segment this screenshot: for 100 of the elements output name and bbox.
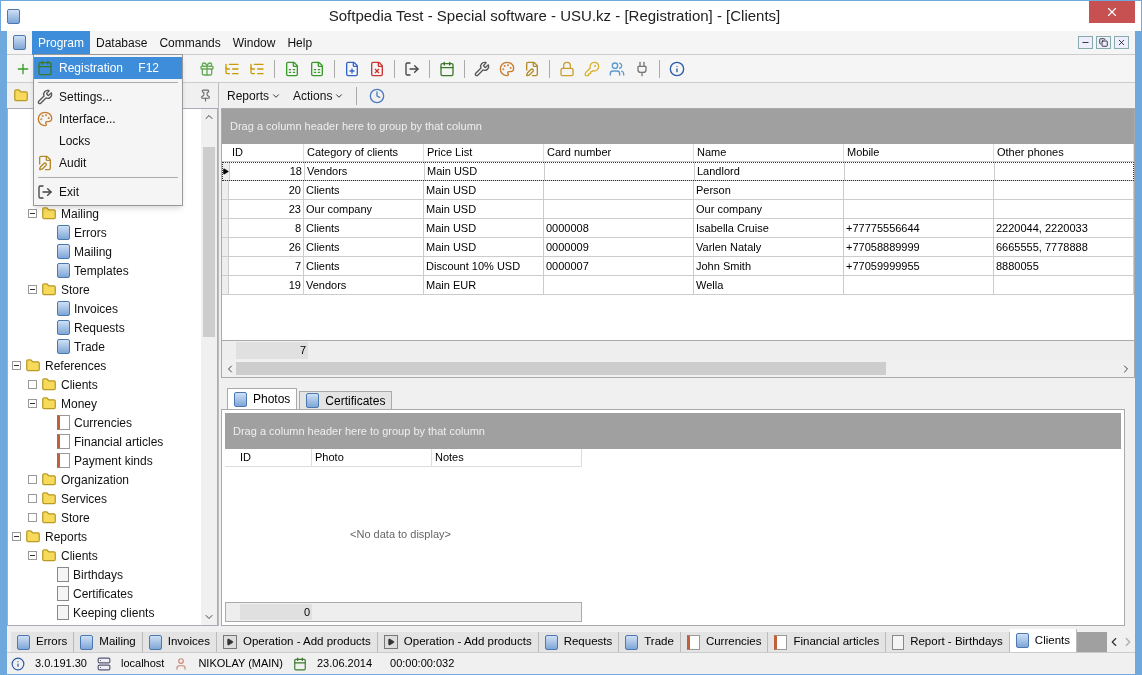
tree-item[interactable]: Currencies (74, 413, 133, 432)
scrollbar-thumb[interactable] (236, 362, 886, 375)
column-header[interactable]: Other phones (994, 144, 1134, 161)
minimize-button[interactable] (1078, 36, 1093, 49)
table-row[interactable]: 8 Clients Main USD 0000008 Isabella Cruise +77775556644 2220044, 2220033 (222, 219, 1134, 238)
tree-item[interactable]: Trade (74, 337, 105, 356)
palette-icon[interactable] (499, 60, 515, 77)
horizontal-scrollbar[interactable] (222, 360, 1134, 377)
clock-icon[interactable] (369, 87, 386, 104)
table-row[interactable]: 20 Clients Main USD Person (222, 181, 1134, 200)
menu-item[interactable]: Settings... (34, 86, 182, 108)
column-header[interactable]: Name (694, 144, 844, 161)
menu-item[interactable]: Audit (34, 152, 182, 174)
collapse-toggle[interactable] (12, 361, 21, 370)
ledger-icon (57, 453, 70, 468)
tree-item[interactable]: Services (61, 489, 107, 508)
column-header[interactable]: ID (237, 449, 312, 466)
tree-item[interactable]: Payment kinds (74, 451, 153, 470)
table-row[interactable]: 26 Clients Main USD 0000009 Varlen Nataly +77058889999 6665555, 7778888 (222, 238, 1134, 257)
tree-item[interactable]: Requests (74, 318, 125, 337)
dropdown-button[interactable]: Reports (227, 86, 282, 105)
tree-item[interactable]: Clients (61, 546, 98, 565)
window-tab[interactable]: Clients (1009, 629, 1077, 652)
spreadsheet-icon[interactable] (309, 60, 325, 77)
menu-item[interactable]: Database (90, 30, 154, 55)
new-window-icon[interactable] (344, 60, 360, 77)
expand-toggle[interactable] (28, 513, 37, 522)
expand-toggle[interactable] (28, 475, 37, 484)
pin-icon[interactable] (199, 89, 212, 102)
column-header[interactable]: Card number (544, 144, 694, 161)
tree-item[interactable]: Clients (61, 375, 98, 394)
info-icon[interactable] (669, 60, 685, 77)
collapse-toggle[interactable] (28, 399, 37, 408)
window-tab[interactable]: Requests (538, 632, 620, 652)
column-header[interactable]: Category of clients (304, 144, 424, 161)
table-row[interactable]: 19 Vendors Main EUR Wella (222, 276, 1134, 295)
table-row[interactable]: 7 Clients Discount 10% USD 0000007 John Smith +77059999955 8880055 (222, 257, 1134, 276)
window-tab[interactable]: Operation - Add products (377, 632, 539, 652)
menu-item[interactable]: Locks (34, 130, 182, 152)
window-tab[interactable]: Errors (11, 632, 75, 652)
tree-item[interactable]: Store (61, 280, 90, 299)
tree-item[interactable]: Financial articles (74, 432, 164, 451)
audit-icon[interactable] (524, 60, 540, 77)
close-button[interactable] (1114, 36, 1129, 49)
plug-icon[interactable] (634, 60, 650, 77)
tree-item[interactable]: Money (61, 394, 98, 413)
menu-item[interactable]: Commands (153, 30, 227, 55)
collapse-toggle[interactable] (28, 285, 37, 294)
table-row[interactable]: 23 Our company Main USD Our company (222, 200, 1134, 219)
tree-item[interactable]: Organization (61, 470, 130, 489)
close-window-icon[interactable] (369, 60, 385, 77)
scrollbar-thumb[interactable] (203, 147, 215, 337)
window-tab[interactable]: Currencies (680, 632, 769, 652)
tree-item[interactable]: Errors (74, 223, 107, 242)
tree-item[interactable]: Invoices (74, 299, 119, 318)
gift-icon[interactable] (199, 60, 215, 77)
menu-item[interactable]: Window (226, 30, 282, 55)
collapse-toggle[interactable] (28, 551, 37, 560)
column-header[interactable]: Mobile (844, 144, 994, 161)
vertical-scrollbar[interactable] (201, 109, 217, 625)
tree-item[interactable]: Templates (74, 261, 129, 280)
column-header[interactable]: Photo (312, 449, 432, 466)
spreadsheet-icon[interactable] (284, 60, 300, 77)
tree-item[interactable]: References (45, 356, 107, 375)
tree-item[interactable]: Mailing (74, 242, 112, 261)
tree-item[interactable]: Store (61, 508, 90, 527)
tree-item[interactable]: Certificates (73, 584, 134, 603)
tree-item[interactable]: Mailing (61, 204, 99, 223)
window-tab[interactable]: Invoices (142, 632, 217, 652)
tree-item[interactable]: Reports (45, 527, 88, 546)
table-row[interactable]: 18 Vendors Main USD Landlord (222, 162, 1134, 181)
users-icon[interactable] (609, 60, 625, 77)
tree-item[interactable]: Keeping clients (73, 603, 155, 622)
window-tab[interactable]: Trade (619, 632, 681, 652)
tree-item[interactable]: Birthdays (73, 565, 124, 584)
column-header[interactable]: ID (229, 144, 304, 161)
window-tab[interactable]: Report - Birthdays (886, 632, 1010, 652)
tab[interactable]: Certificates (299, 391, 393, 409)
key-icon[interactable] (584, 60, 600, 77)
exit-icon[interactable] (404, 60, 420, 77)
lock-icon[interactable] (559, 60, 575, 77)
tab[interactable]: Photos (227, 388, 298, 409)
expand-toggle[interactable] (28, 494, 37, 503)
restore-button[interactable] (1096, 36, 1111, 49)
collapse-toggle[interactable] (12, 532, 21, 541)
menu-item[interactable]: Help (281, 30, 319, 55)
menu-item[interactable]: Exit (34, 181, 182, 203)
menu-item[interactable]: Interface... (34, 108, 182, 130)
dropdown-button[interactable]: Actions (293, 86, 345, 105)
close-icon (1105, 5, 1119, 19)
column-header[interactable]: Price List (424, 144, 544, 161)
tools-icon[interactable] (474, 60, 490, 77)
column-header[interactable]: Notes (432, 449, 582, 466)
window-tab[interactable]: Financial articles (768, 632, 887, 652)
collapse-toggle[interactable] (28, 209, 37, 218)
expand-toggle[interactable] (28, 380, 37, 389)
window-tab[interactable]: Operation - Add products (216, 632, 378, 652)
window-tab[interactable]: Mailing (74, 632, 143, 652)
calendar-icon[interactable] (439, 60, 455, 77)
table-cell: Main USD (424, 181, 544, 199)
